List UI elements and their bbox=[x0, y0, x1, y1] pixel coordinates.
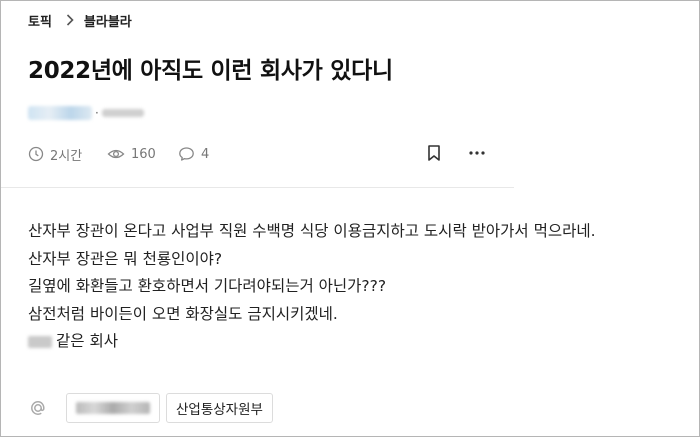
author-separator: · bbox=[95, 106, 99, 120]
eye-icon bbox=[107, 149, 125, 159]
tag-blurred[interactable] bbox=[66, 393, 160, 423]
tag-item[interactable]: 산업통상자원부 bbox=[166, 393, 273, 423]
post-body-line: 같은 회사 bbox=[28, 328, 596, 356]
masked-text bbox=[28, 335, 52, 348]
breadcrumb-topic-link[interactable]: 토픽 bbox=[28, 11, 52, 30]
post-view: 토픽 블라블라 2022년에 아직도 이런 회사가 있다니 · 2시간 160 … bbox=[0, 0, 700, 437]
comment-icon bbox=[179, 147, 194, 161]
mention-icon bbox=[28, 398, 56, 418]
comment-count-text: 4 bbox=[201, 146, 210, 162]
author-name-blurred bbox=[28, 106, 92, 120]
view-count-text: 160 bbox=[131, 146, 156, 162]
post-meta: 2시간 160 4 bbox=[28, 143, 699, 165]
post-time: 2시간 bbox=[28, 143, 82, 165]
post-body-line: 길옆에 화환들고 환호하면서 기다려야되는거 아닌가??? bbox=[28, 277, 387, 295]
breadcrumb-board-link[interactable]: 블라블라 bbox=[84, 11, 132, 30]
post-time-text: 2시간 bbox=[50, 148, 83, 164]
comment-count[interactable]: 4 bbox=[178, 143, 209, 165]
view-count: 160 bbox=[107, 143, 156, 165]
author-info[interactable]: · bbox=[28, 103, 144, 123]
post-body-line-suffix: 같은 회사 bbox=[56, 332, 118, 350]
bookmark-icon[interactable] bbox=[426, 144, 442, 166]
clock-icon bbox=[28, 146, 44, 162]
post-body-line: 산자부 장관이 온다고 사업부 직원 수백명 식당 이용금지하고 도시락 받아가… bbox=[28, 222, 596, 240]
tag-list: 산업통상자원부 bbox=[28, 393, 279, 423]
tag-blurred-content bbox=[76, 402, 150, 414]
author-company-blurred bbox=[101, 109, 144, 117]
post-body-line: 삼전처럼 바이든이 오면 화장실도 금지시키겠네. bbox=[28, 304, 338, 323]
divider bbox=[1, 187, 514, 188]
chevron-right-icon bbox=[66, 14, 74, 26]
post-title: 2022년에 아직도 이런 회사가 있다니 bbox=[28, 58, 393, 84]
post-body-line: 산자부 장관은 뭐 천룡인이야? bbox=[28, 249, 223, 268]
breadcrumb: 토픽 블라블라 bbox=[28, 10, 132, 30]
more-icon[interactable] bbox=[468, 144, 486, 166]
post-body: 산자부 장관이 온다고 사업부 직원 수백명 식당 이용금지하고 도시락 받아가… bbox=[28, 218, 596, 356]
